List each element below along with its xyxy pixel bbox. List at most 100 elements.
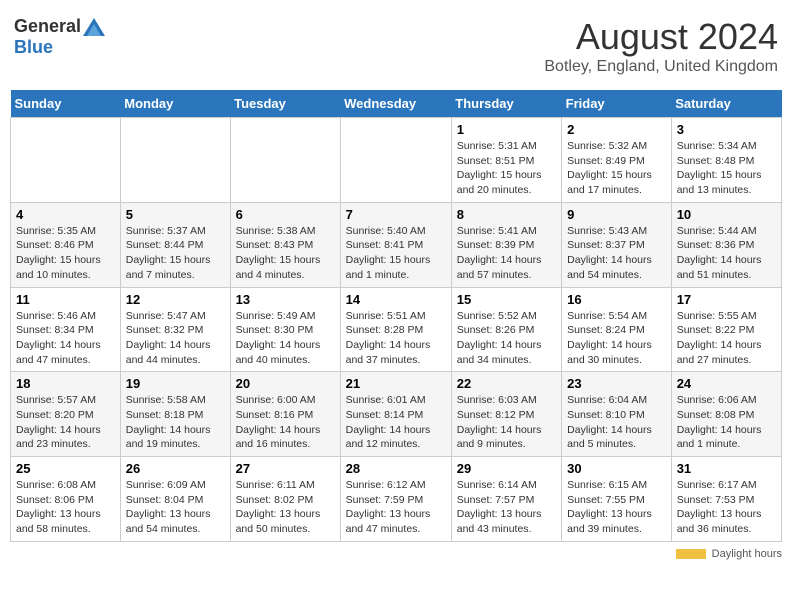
calendar-cell: 29Sunrise: 6:14 AM Sunset: 7:57 PM Dayli… [451,457,561,542]
calendar-cell: 16 Sunrise: 5:54 AM Sunset: 8:24 PM Dayli… [562,287,672,372]
day-number: 22 [457,376,556,391]
day-number: 3 [677,122,776,137]
day-number: 21 [346,376,446,391]
weekday-header-tuesday: Tuesday [230,90,340,118]
day-info: Sunrise: 5:40 AM Sunset: 8:41 PM Dayligh… [346,224,446,283]
day-info: Sunrise: 5:49 AM Sunset: 8:30 PM Dayligh… [236,309,335,368]
calendar-cell: 31Sunrise: 6:17 AM Sunset: 7:53 PM Dayli… [671,457,781,542]
logo-blue-text: Blue [14,37,53,58]
day-info: Sunrise: 5:51 AM Sunset: 8:28 PM Dayligh… [346,309,446,368]
calendar-cell: 17 Sunrise: 5:55 AM Sunset: 8:22 PM Dayli… [671,287,781,372]
day-info: Sunrise: 5:57 AM Sunset: 8:20 PM Dayligh… [16,393,115,452]
weekday-header-wednesday: Wednesday [340,90,451,118]
day-info: Sunrise: 6:12 AM Sunset: 7:59 PM Dayligh… [346,478,446,537]
daylight-legend: Daylight hours [676,548,782,560]
day-number: 10 [677,207,776,222]
day-number: 11 [16,292,115,307]
title-area: August 2024 Botley, England, United King… [544,16,778,76]
calendar-cell: 19Sunrise: 5:58 AM Sunset: 8:18 PM Dayli… [120,372,230,457]
legend-bar [676,549,706,559]
day-number: 25 [16,461,115,476]
day-number: 8 [457,207,556,222]
weekday-header-sunday: Sunday [11,90,121,118]
day-number: 18 [16,376,115,391]
calendar-subtitle: Botley, England, United Kingdom [544,58,778,76]
day-info: Sunrise: 5:34 AM Sunset: 8:48 PM Dayligh… [677,139,776,198]
day-number: 24 [677,376,776,391]
day-number: 20 [236,376,335,391]
day-number: 16 [567,292,666,307]
day-number: 12 [126,292,225,307]
day-info: Sunrise: 5:44 AM Sunset: 8:36 PM Dayligh… [677,224,776,283]
day-info: Sunrise: 6:15 AM Sunset: 7:55 PM Dayligh… [567,478,666,537]
day-info: Sunrise: 5:37 AM Sunset: 8:44 PM Dayligh… [126,224,225,283]
day-info: Sunrise: 5:35 AM Sunset: 8:46 PM Dayligh… [16,224,115,283]
week-row-4: 18 Sunrise: 5:57 AM Sunset: 8:20 PM Dayli… [11,372,782,457]
calendar-title: August 2024 [544,16,778,58]
day-info: Sunrise: 6:00 AM Sunset: 8:16 PM Dayligh… [236,393,335,452]
day-number: 13 [236,292,335,307]
calendar-cell: 1 Sunrise: 5:31 AM Sunset: 8:51 PM Daylig… [451,118,561,203]
day-number: 5 [126,207,225,222]
calendar-cell: 23Sunrise: 6:04 AM Sunset: 8:10 PM Dayli… [562,372,672,457]
calendar-cell: 2Sunrise: 5:32 AM Sunset: 8:49 PM Daylig… [562,118,672,203]
day-number: 1 [457,122,556,137]
day-info: Sunrise: 6:09 AM Sunset: 8:04 PM Dayligh… [126,478,225,537]
calendar-cell: 13 Sunrise: 5:49 AM Sunset: 8:30 PM Dayli… [230,287,340,372]
logo-general-text: General [14,16,81,37]
day-number: 28 [346,461,446,476]
week-row-3: 11 Sunrise: 5:46 AM Sunset: 8:34 PM Dayli… [11,287,782,372]
day-info: Sunrise: 6:08 AM Sunset: 8:06 PM Dayligh… [16,478,115,537]
day-number: 14 [346,292,446,307]
calendar-cell: 20 Sunrise: 6:00 AM Sunset: 8:16 PM Dayli… [230,372,340,457]
calendar-cell: 14 Sunrise: 5:51 AM Sunset: 8:28 PM Dayli… [340,287,451,372]
day-info: Sunrise: 5:32 AM Sunset: 8:49 PM Dayligh… [567,139,666,198]
calendar-cell: 10 Sunrise: 5:44 AM Sunset: 8:36 PM Dayli… [671,202,781,287]
day-info: Sunrise: 6:01 AM Sunset: 8:14 PM Dayligh… [346,393,446,452]
day-number: 6 [236,207,335,222]
calendar-cell: 12 Sunrise: 5:47 AM Sunset: 8:32 PM Dayli… [120,287,230,372]
daylight-label: Daylight hours [712,548,782,560]
calendar-cell: 28 Sunrise: 6:12 AM Sunset: 7:59 PM Dayli… [340,457,451,542]
day-number: 30 [567,461,666,476]
day-number: 7 [346,207,446,222]
day-info: Sunrise: 6:11 AM Sunset: 8:02 PM Dayligh… [236,478,335,537]
logo: General Blue [14,16,105,58]
day-number: 9 [567,207,666,222]
day-number: 4 [16,207,115,222]
calendar-cell: 24 Sunrise: 6:06 AM Sunset: 8:08 PM Dayli… [671,372,781,457]
day-info: Sunrise: 5:31 AM Sunset: 8:51 PM Dayligh… [457,139,556,198]
week-row-5: 25 Sunrise: 6:08 AM Sunset: 8:06 PM Dayli… [11,457,782,542]
calendar-cell: 27 Sunrise: 6:11 AM Sunset: 8:02 PM Dayli… [230,457,340,542]
calendar-cell: 26 Sunrise: 6:09 AM Sunset: 8:04 PM Dayli… [120,457,230,542]
day-number: 27 [236,461,335,476]
day-info: Sunrise: 5:46 AM Sunset: 8:34 PM Dayligh… [16,309,115,368]
calendar-cell: 7 Sunrise: 5:40 AM Sunset: 8:41 PM Daylig… [340,202,451,287]
day-info: Sunrise: 5:55 AM Sunset: 8:22 PM Dayligh… [677,309,776,368]
day-info: Sunrise: 5:43 AM Sunset: 8:37 PM Dayligh… [567,224,666,283]
calendar-cell: 18 Sunrise: 5:57 AM Sunset: 8:20 PM Dayli… [11,372,121,457]
week-row-1: 1 Sunrise: 5:31 AM Sunset: 8:51 PM Daylig… [11,118,782,203]
calendar-cell: 4 Sunrise: 5:35 AM Sunset: 8:46 PM Daylig… [11,202,121,287]
calendar-cell: 11 Sunrise: 5:46 AM Sunset: 8:34 PM Dayli… [11,287,121,372]
week-row-2: 4 Sunrise: 5:35 AM Sunset: 8:46 PM Daylig… [11,202,782,287]
day-info: Sunrise: 6:04 AM Sunset: 8:10 PM Dayligh… [567,393,666,452]
footer: Daylight hours [10,548,782,560]
calendar-cell [120,118,230,203]
day-number: 26 [126,461,225,476]
day-number: 31 [677,461,776,476]
day-info: Sunrise: 6:06 AM Sunset: 8:08 PM Dayligh… [677,393,776,452]
day-number: 17 [677,292,776,307]
weekday-header-row: SundayMondayTuesdayWednesdayThursdayFrid… [11,90,782,118]
calendar-cell [11,118,121,203]
calendar-cell: 6Sunrise: 5:38 AM Sunset: 8:43 PM Daylig… [230,202,340,287]
calendar-cell: 22Sunrise: 6:03 AM Sunset: 8:12 PM Dayli… [451,372,561,457]
weekday-header-monday: Monday [120,90,230,118]
logo-icon [83,18,105,36]
calendar-cell: 30 Sunrise: 6:15 AM Sunset: 7:55 PM Dayli… [562,457,672,542]
day-info: Sunrise: 5:47 AM Sunset: 8:32 PM Dayligh… [126,309,225,368]
day-info: Sunrise: 5:54 AM Sunset: 8:24 PM Dayligh… [567,309,666,368]
calendar-cell: 25 Sunrise: 6:08 AM Sunset: 8:06 PM Dayli… [11,457,121,542]
calendar-cell [230,118,340,203]
weekday-header-thursday: Thursday [451,90,561,118]
